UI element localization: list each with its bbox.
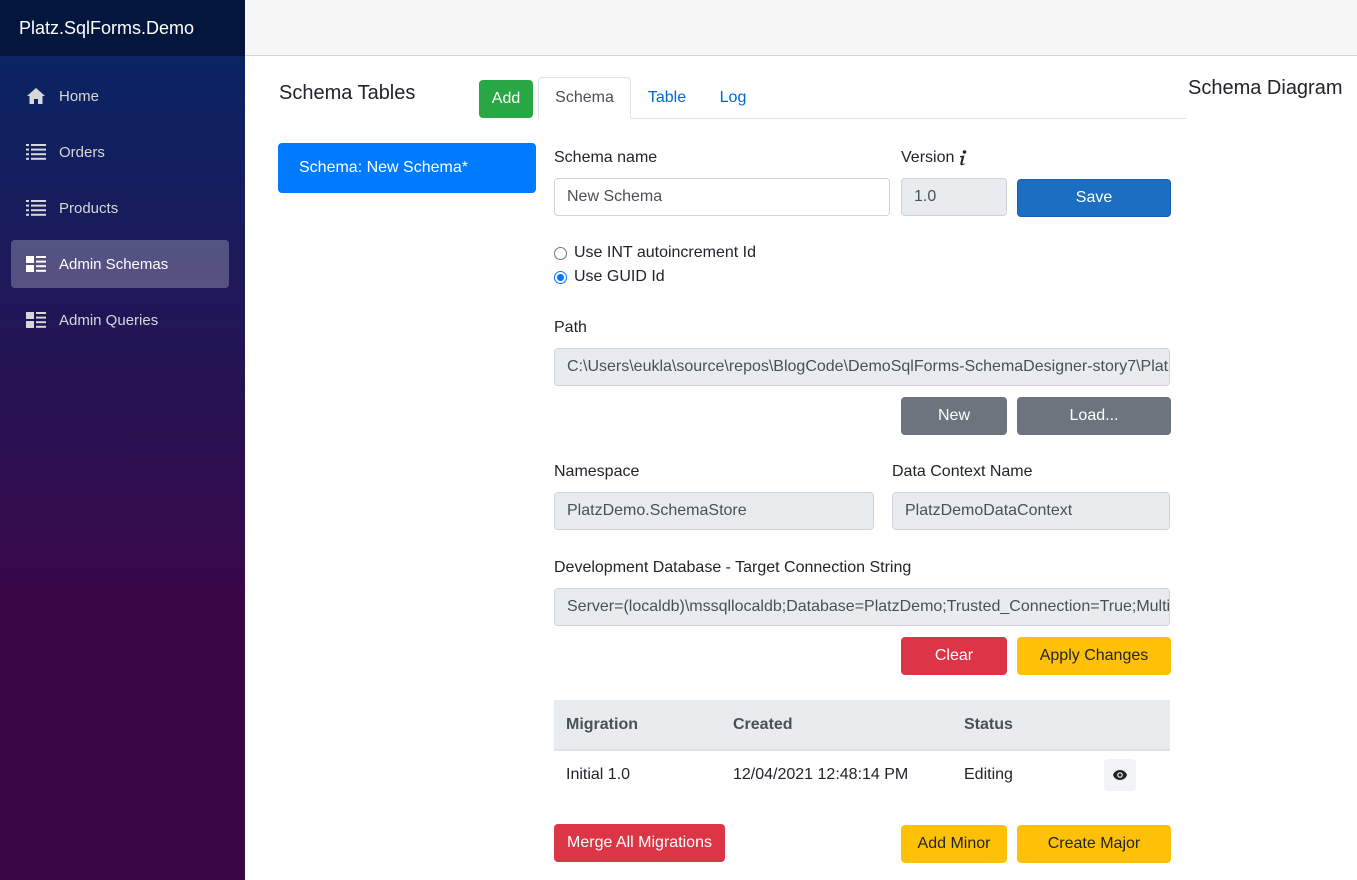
cell-status: Editing xyxy=(964,765,1013,783)
column-header-migration: Migration xyxy=(554,700,721,751)
radio-guid-label: Use GUID Id xyxy=(574,268,665,285)
schema-diagram-title: Schema Diagram xyxy=(1188,77,1343,99)
home-icon xyxy=(25,87,47,105)
nav-item-orders[interactable]: Orders xyxy=(11,128,229,176)
column-header-status: Status xyxy=(952,700,1092,751)
nav-item-label: Admin Schemas xyxy=(59,255,169,273)
migrations-table: Migration Created Status Initial 1.0 12/… xyxy=(554,700,1170,798)
path-label: Path xyxy=(554,319,587,336)
radio-int-control[interactable] xyxy=(554,246,567,260)
schema-tables-title: Schema Tables xyxy=(279,82,416,104)
grid-list-icon xyxy=(25,255,47,273)
view-migration-button[interactable] xyxy=(1104,758,1136,791)
sidebar: Platz.SqlForms.Demo Home Orders Products… xyxy=(0,0,245,880)
new-button[interactable]: New xyxy=(901,397,1007,435)
nav-menu: Home Orders Products Admin Schemas Admin… xyxy=(0,56,245,344)
apply-changes-button[interactable]: Apply Changes xyxy=(1017,637,1171,675)
nav-item-admin-schemas[interactable]: Admin Schemas xyxy=(11,240,229,288)
eye-icon xyxy=(1113,769,1127,780)
app-brand[interactable]: Platz.SqlForms.Demo xyxy=(0,0,245,56)
radio-int-label: Use INT autoincrement Id xyxy=(574,244,757,261)
list-icon xyxy=(25,199,47,217)
create-major-button[interactable]: Create Major xyxy=(1017,825,1171,863)
load-button[interactable]: Load... xyxy=(1017,397,1171,435)
schema-list-item[interactable]: Schema: New Schema* xyxy=(278,143,536,193)
cell-created: 12/04/2021 12:48:14 PM xyxy=(733,765,909,783)
schema-name-input[interactable]: New Schema xyxy=(554,178,890,216)
add-minor-button[interactable]: Add Minor xyxy=(901,825,1007,863)
merge-all-migrations-button[interactable]: Merge All Migrations xyxy=(554,824,725,862)
path-input[interactable]: C:\Users\eukla\source\repos\BlogCode\Dem… xyxy=(554,348,1170,386)
nav-item-home[interactable]: Home xyxy=(11,72,229,120)
nav-item-products[interactable]: Products xyxy=(11,184,229,232)
save-button[interactable]: Save xyxy=(1017,179,1171,217)
nav-item-admin-queries[interactable]: Admin Queries xyxy=(11,296,229,344)
nav-item-label: Admin Queries xyxy=(59,311,159,329)
column-header-created: Created xyxy=(721,700,952,751)
radio-guid-control[interactable] xyxy=(554,270,567,284)
data-context-input[interactable]: PlatzDemoDataContext xyxy=(892,492,1170,530)
top-bar xyxy=(245,0,1357,56)
version-input[interactable]: 1.0 xyxy=(901,178,1007,216)
nav-item-label: Home xyxy=(59,87,100,105)
add-button[interactable]: Add xyxy=(479,80,533,118)
grid-list-icon xyxy=(25,311,47,329)
tab-schema[interactable]: Schema xyxy=(538,77,631,119)
clear-button[interactable]: Clear xyxy=(901,637,1007,675)
column-header-actions xyxy=(1092,700,1170,751)
list-icon xyxy=(25,143,47,161)
tabs-divider xyxy=(538,118,1186,119)
cell-migration: Initial 1.0 xyxy=(566,765,631,783)
version-label: Version xyxy=(901,149,955,166)
nav-item-label: Products xyxy=(59,199,119,217)
schema-name-label: Schema name xyxy=(554,149,658,166)
tab-log[interactable]: Log xyxy=(708,77,758,119)
version-label-group: Version xyxy=(901,149,968,167)
tab-table[interactable]: Table xyxy=(637,77,697,119)
radio-guid-id[interactable]: Use GUID Id xyxy=(554,268,665,286)
cell-actions xyxy=(1092,750,1170,798)
connection-string-input[interactable]: Server=(localdb)\mssqllocaldb;Database=P… xyxy=(554,588,1170,626)
table-header-row: Migration Created Status xyxy=(554,700,1170,751)
namespace-label: Namespace xyxy=(554,463,640,480)
nav-item-label: Orders xyxy=(59,143,105,161)
data-context-label: Data Context Name xyxy=(892,463,1033,480)
radio-int-id[interactable]: Use INT autoincrement Id xyxy=(554,244,756,262)
connection-string-label: Development Database - Target Connection… xyxy=(554,559,912,576)
table-row: Initial 1.0 12/04/2021 12:48:14 PM Editi… xyxy=(554,750,1170,798)
namespace-input[interactable]: PlatzDemo.SchemaStore xyxy=(554,492,874,530)
info-icon[interactable] xyxy=(958,150,968,166)
